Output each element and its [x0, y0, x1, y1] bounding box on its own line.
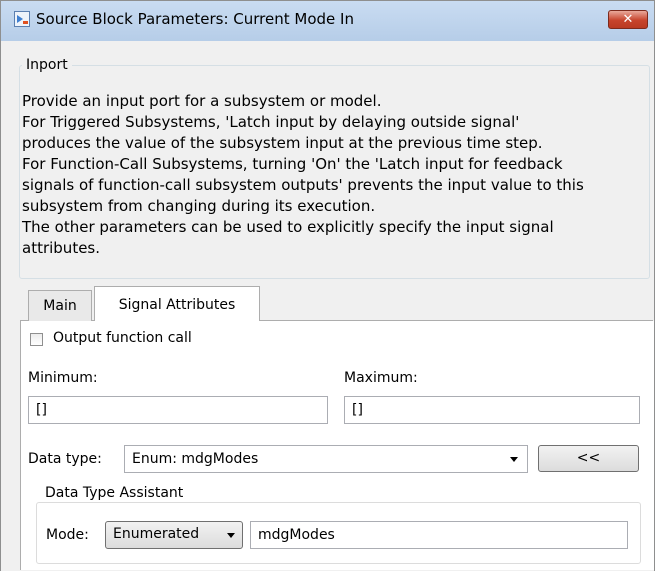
- description-line: The other parameters can be used to expl…: [22, 218, 554, 236]
- data-type-dropdown[interactable]: Enum: mdgModes: [124, 445, 528, 473]
- description-line: signals of function-call subsystem outpu…: [22, 176, 584, 194]
- block-description: Provide an input port for a subsystem or…: [22, 91, 648, 259]
- title-bar[interactable]: Source Block Parameters: Current Mode In…: [1, 1, 654, 41]
- description-line: For Function-Call Subsystems, turning 'O…: [22, 155, 563, 173]
- data-type-assistant-toggle-button[interactable]: <<: [538, 445, 639, 472]
- output-function-call-label[interactable]: Output function call: [53, 330, 192, 346]
- tab-main[interactable]: Main: [28, 290, 92, 321]
- minimum-label: Minimum:: [28, 370, 98, 386]
- description-line: subsystem from changing during its execu…: [22, 197, 376, 215]
- output-function-call-checkbox[interactable]: [30, 333, 43, 346]
- maximum-label: Maximum:: [344, 370, 418, 386]
- maximum-input[interactable]: []: [344, 396, 640, 424]
- data-type-value: Enum: mdgModes: [132, 451, 259, 467]
- inport-legend: Inport: [22, 57, 72, 73]
- data-type-assistant-legend: Data Type Assistant: [41, 485, 188, 501]
- description-line: For Triggered Subsystems, 'Latch input b…: [22, 113, 520, 131]
- chevron-down-icon: [227, 533, 235, 538]
- data-type-label: Data type:: [28, 451, 102, 467]
- chevron-down-icon: [510, 457, 518, 462]
- mode-value: Enumerated: [113, 526, 200, 542]
- mode-dropdown[interactable]: Enumerated: [105, 521, 243, 549]
- description-line: attributes.: [22, 239, 101, 257]
- description-line: Provide an input port for a subsystem or…: [22, 92, 382, 110]
- mode-label: Mode:: [46, 527, 89, 543]
- close-button[interactable]: ✕: [608, 10, 648, 29]
- tab-signal-attributes[interactable]: Signal Attributes: [94, 286, 260, 321]
- description-line: produces the value of the subsystem inpu…: [22, 134, 543, 152]
- enum-name-input[interactable]: mdgModes: [250, 521, 628, 549]
- minimum-input[interactable]: []: [28, 396, 328, 424]
- simulink-block-icon: [14, 11, 30, 27]
- window-title: Source Block Parameters: Current Mode In: [36, 10, 354, 28]
